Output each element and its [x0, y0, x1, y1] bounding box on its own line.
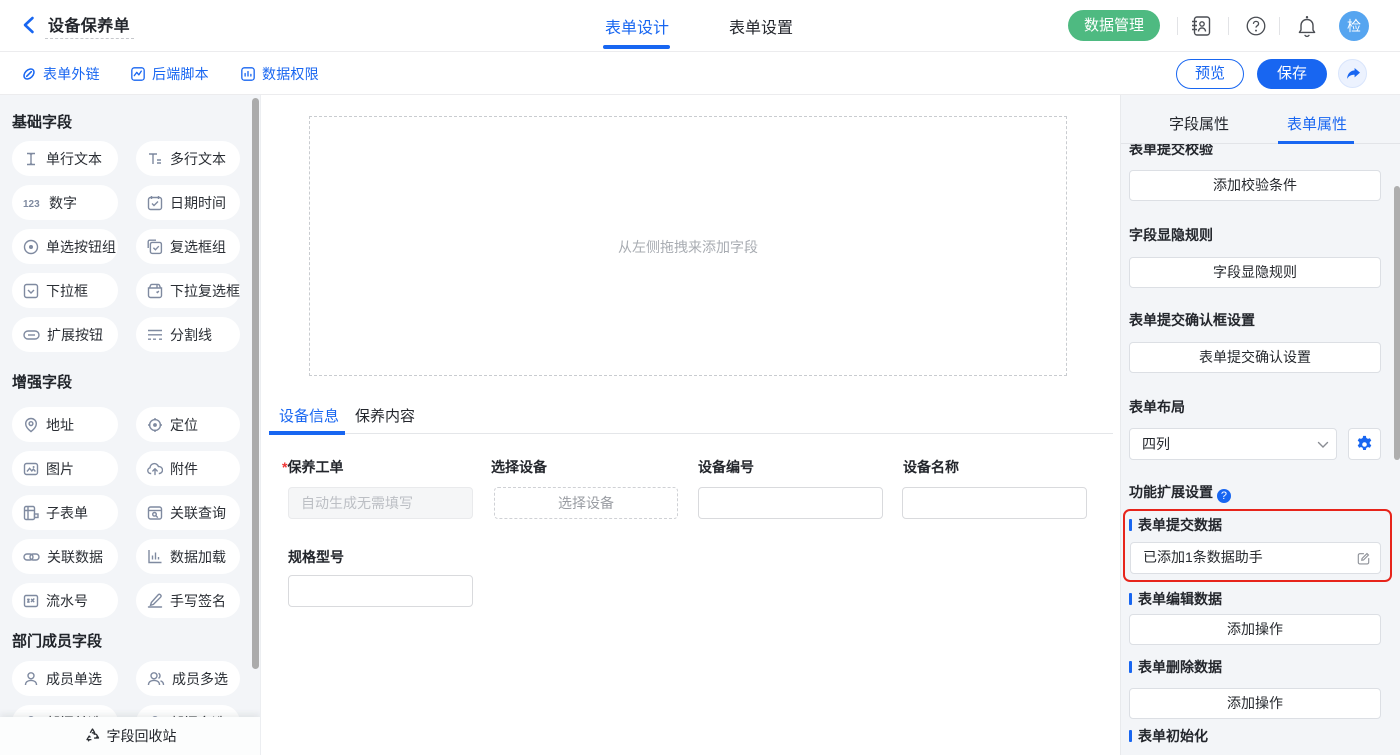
svg-text:123: 123	[23, 199, 40, 209]
